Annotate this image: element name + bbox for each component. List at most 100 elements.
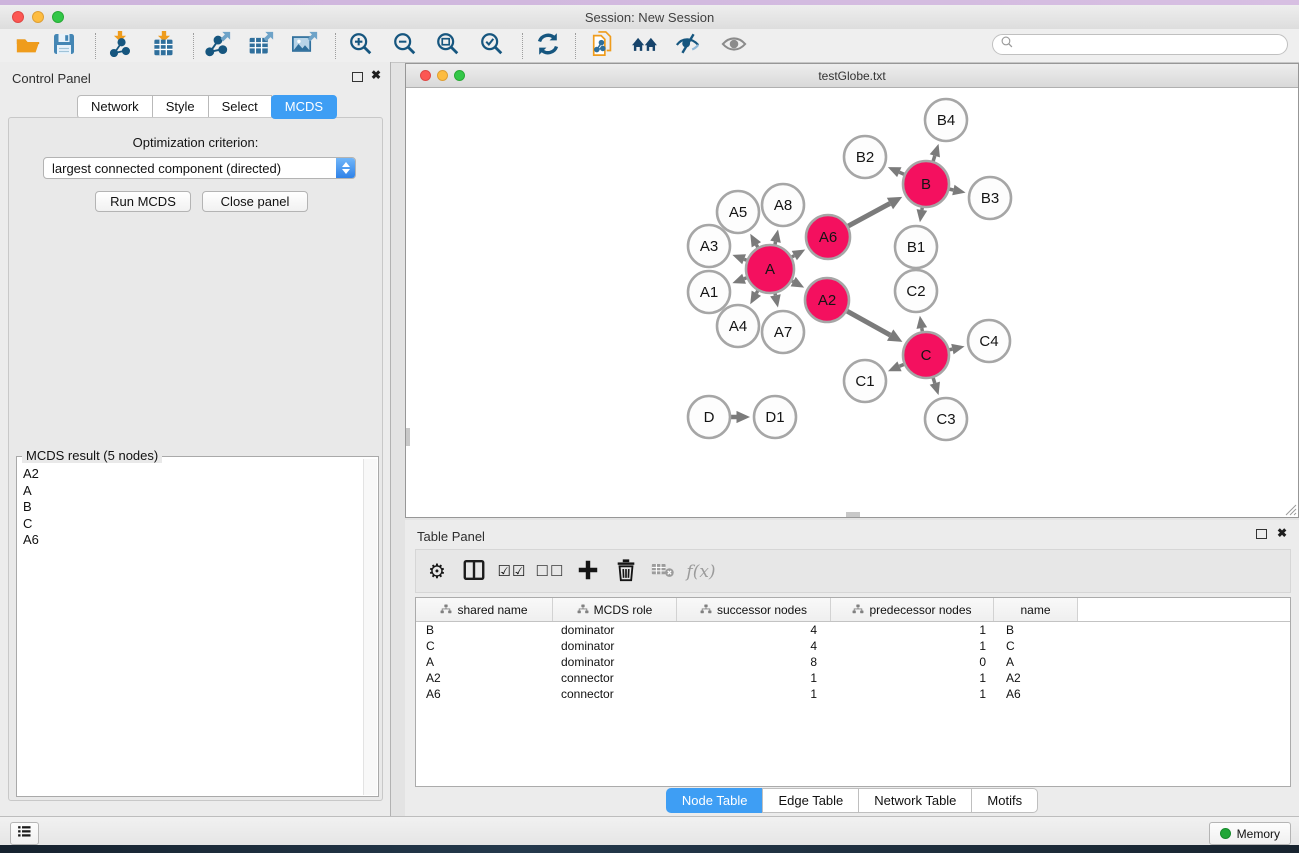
- save-session-button[interactable]: [48, 31, 80, 61]
- memory-button-label: Memory: [1237, 827, 1280, 841]
- table-cell: B: [994, 622, 1078, 638]
- zoom-out-button[interactable]: [389, 31, 421, 61]
- node-label-C4: C4: [979, 333, 998, 350]
- home-button[interactable]: [629, 31, 661, 61]
- column-header[interactable]: MCDS role: [553, 598, 677, 621]
- export-network-button[interactable]: [202, 31, 234, 61]
- resize-grip-icon[interactable]: [1284, 503, 1297, 516]
- import-network-button[interactable]: [104, 31, 136, 61]
- zoom-in-button[interactable]: [345, 31, 377, 61]
- app-titlebar[interactable]: Session: New Session: [0, 5, 1299, 30]
- edge-arrow-icon: [770, 229, 781, 242]
- export-image-button[interactable]: [289, 31, 321, 61]
- table-row[interactable]: Cdominator41C: [416, 638, 1290, 654]
- table-cell: 1: [831, 622, 994, 638]
- table-settings-button[interactable]: ⚙: [420, 557, 454, 587]
- mcds-result-node[interactable]: C: [23, 516, 362, 533]
- tab-mcds[interactable]: MCDS: [271, 95, 337, 119]
- function-builder-icon: f(x): [686, 562, 715, 582]
- hide-graphics-icon: [675, 31, 701, 62]
- table-cell: 8: [677, 654, 831, 670]
- delete-columns-button[interactable]: [609, 557, 643, 587]
- tab-node-table[interactable]: Node Table: [666, 788, 764, 813]
- table-row[interactable]: Bdominator41B: [416, 622, 1290, 638]
- mcds-result-node[interactable]: A2: [23, 466, 362, 483]
- table-body: Bdominator41BCdominator41CAdominator80AA…: [416, 622, 1290, 702]
- node-table[interactable]: shared nameMCDS rolesuccessor nodesprede…: [415, 597, 1291, 787]
- node-label-A1: A1: [700, 284, 718, 301]
- control-panel-tabs: NetworkStyleSelectMCDS: [77, 95, 337, 119]
- export-table-icon: [248, 31, 274, 62]
- criterion-dropdown[interactable]: largest connected component (directed): [43, 157, 356, 179]
- tab-select[interactable]: Select: [208, 95, 272, 119]
- tab-network-table[interactable]: Network Table: [858, 788, 972, 813]
- horizontal-scroll-thumb[interactable]: [846, 512, 860, 517]
- close-panel-button[interactable]: Close panel: [202, 191, 308, 212]
- edge-A2-C[interactable]: [844, 310, 890, 335]
- table-cell: connector: [553, 670, 677, 686]
- column-header[interactable]: predecessor nodes: [831, 598, 994, 621]
- search-field[interactable]: [992, 34, 1288, 55]
- table-panel-tabs: Node TableEdge TableNetwork TableMotifs: [405, 788, 1299, 813]
- search-input[interactable]: [1018, 37, 1287, 53]
- node-label-B1: B1: [907, 239, 925, 256]
- mcds-result-node[interactable]: A6: [23, 532, 362, 549]
- table-row[interactable]: A6connector11A6: [416, 686, 1290, 702]
- column-header[interactable]: name: [994, 598, 1078, 621]
- table-cell: C: [994, 638, 1078, 654]
- task-list-icon: [16, 823, 33, 845]
- add-column-button[interactable]: [571, 557, 605, 587]
- run-mcds-button[interactable]: Run MCDS: [95, 191, 191, 212]
- network-window-titlebar[interactable]: testGlobe.txt: [406, 64, 1298, 88]
- float-panel-icon[interactable]: [352, 72, 363, 82]
- memory-button[interactable]: Memory: [1209, 822, 1291, 845]
- node-label-B4: B4: [937, 112, 955, 129]
- zoom-fit-button[interactable]: [432, 31, 464, 61]
- edge-arrow-icon: [930, 144, 940, 158]
- network-graph: B4B2BB3A8A5A6A3B1AA1C2A2A4A7C4CC1DD1C3: [406, 88, 1298, 517]
- column-header[interactable]: shared name: [416, 598, 553, 621]
- table-row[interactable]: A2connector11A2: [416, 670, 1290, 686]
- node-label-A: A: [765, 261, 775, 278]
- edge-arrow-icon: [737, 411, 751, 423]
- table-close-panel-icon[interactable]: ✖: [1277, 526, 1287, 540]
- column-header[interactable]: successor nodes: [677, 598, 831, 621]
- open-session-button[interactable]: [12, 31, 44, 61]
- select-all-rows-button[interactable]: ☑☑: [495, 557, 529, 587]
- export-network-icon: [205, 31, 231, 62]
- table-cell: 4: [677, 622, 831, 638]
- criterion-dropdown-value: largest connected component (directed): [52, 161, 281, 176]
- tab-style[interactable]: Style: [152, 95, 209, 119]
- node-label-D1: D1: [765, 409, 784, 426]
- network-from-file-button[interactable]: [587, 31, 619, 61]
- network-canvas[interactable]: B4B2BB3A8A5A6A3B1AA1C2A2A4A7C4CC1DD1C3: [406, 88, 1298, 517]
- table-row[interactable]: Adominator80A: [416, 654, 1290, 670]
- tab-motifs[interactable]: Motifs: [971, 788, 1038, 813]
- table-cell: A2: [416, 670, 553, 686]
- export-image-icon: [292, 31, 318, 62]
- tab-network[interactable]: Network: [77, 95, 153, 119]
- close-panel-icon[interactable]: ✖: [371, 68, 381, 82]
- show-graphics-button[interactable]: [718, 31, 750, 61]
- mcds-result-node[interactable]: A: [23, 483, 362, 500]
- table-float-panel-icon[interactable]: [1256, 529, 1267, 539]
- hide-graphics-button[interactable]: [672, 31, 704, 61]
- toggle-columns-button[interactable]: [457, 557, 491, 587]
- zoom-selected-button[interactable]: [476, 31, 508, 61]
- task-history-button[interactable]: [10, 822, 39, 845]
- node-label-A8: A8: [774, 197, 792, 214]
- vertical-scroll-thumb[interactable]: [406, 428, 410, 446]
- mcds-result-list[interactable]: A2ABCA6: [23, 466, 362, 792]
- toolbar-separator: [522, 33, 523, 59]
- deselect-all-rows-button[interactable]: ☐☐: [533, 557, 567, 587]
- mcds-result-node[interactable]: B: [23, 499, 362, 516]
- tab-edge-table[interactable]: Edge Table: [762, 788, 859, 813]
- edge-A6-B[interactable]: [846, 204, 890, 228]
- export-table-button[interactable]: [245, 31, 277, 61]
- mcds-result-title: MCDS result (5 nodes): [22, 448, 162, 463]
- import-table-button[interactable]: [148, 31, 180, 61]
- refresh-button[interactable]: [532, 31, 564, 61]
- node-label-B: B: [921, 176, 931, 193]
- edge-arrow-icon: [917, 209, 928, 222]
- result-scrollbar[interactable]: [363, 459, 377, 795]
